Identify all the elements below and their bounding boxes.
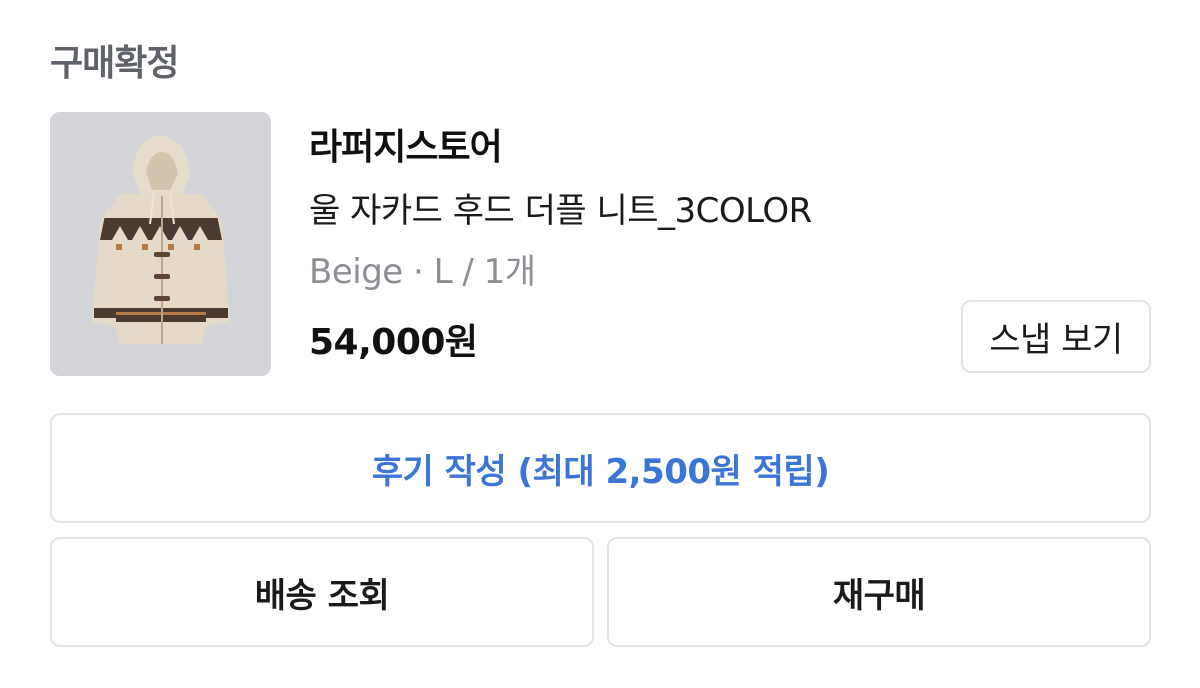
order-status-label: 구매확정 (50, 43, 179, 84)
product-name[interactable]: 울 자카드 후드 더플 니트_3COLOR (309, 183, 812, 232)
track-shipping-button[interactable]: 배송 조회 (50, 537, 594, 647)
product-price: 54,000원 (309, 322, 478, 363)
view-snap-button[interactable]: 스냅 보기 (961, 300, 1151, 373)
repurchase-button[interactable]: 재구매 (607, 537, 1151, 647)
product-option: Beige · L / 1개 (309, 252, 536, 292)
hooded-knit-cardigan-image (50, 112, 271, 376)
store-name[interactable]: 라퍼지스토어 (309, 118, 503, 170)
write-review-button[interactable]: 후기 작성 (최대 2,500원 적립) (50, 413, 1151, 523)
product-thumbnail[interactable] (50, 112, 271, 376)
